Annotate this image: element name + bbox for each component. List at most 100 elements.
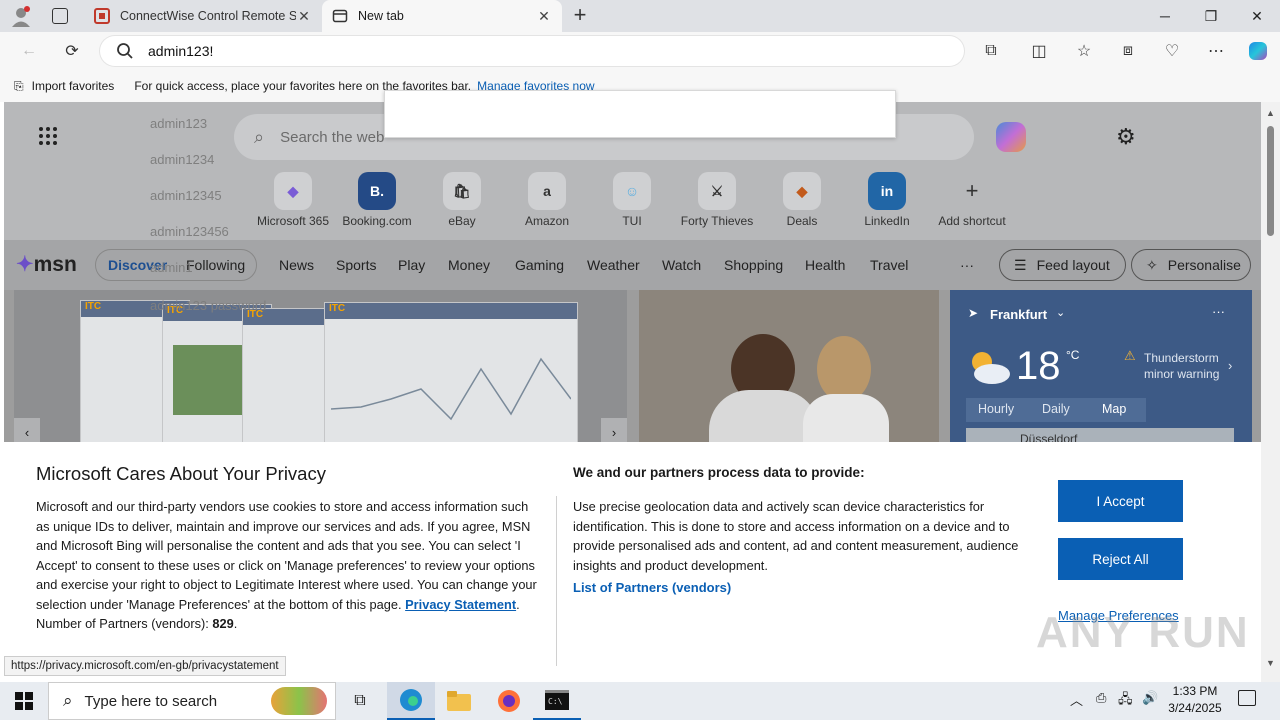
tab-actions-icon[interactable]	[52, 8, 68, 24]
partners-list-link[interactable]: List of Partners (vendors)	[573, 580, 731, 595]
firefox-icon[interactable]	[485, 682, 533, 720]
scroll-up-icon[interactable]: ▲	[1266, 108, 1275, 118]
sliders-icon: ☰	[1014, 256, 1027, 273]
add-shortcut-button[interactable]: + Add shortcut	[931, 172, 1013, 228]
nav-shopping[interactable]: Shopping	[724, 248, 783, 282]
autocomplete-item[interactable]: admin1	[150, 260, 193, 275]
shortcut-microsoft365[interactable]: ◆ Microsoft 365	[252, 172, 334, 228]
more-menu-icon[interactable]: ⋯	[1201, 36, 1231, 66]
location-arrow-icon: ➤	[968, 306, 979, 320]
accept-button[interactable]: I Accept	[1058, 480, 1183, 522]
autocomplete-item[interactable]: admin12345	[150, 188, 222, 203]
profile-icon[interactable]	[8, 4, 34, 28]
tab-new-tab[interactable]: New tab ✕	[322, 0, 562, 32]
page-scrollbar[interactable]: ▲ ▼	[1261, 102, 1280, 682]
network-icon[interactable]: 🖧	[1118, 690, 1133, 712]
personalise-icon: ✧	[1146, 256, 1158, 273]
extensions-icon[interactable]: ⧉	[976, 36, 1006, 66]
nav-more-icon[interactable]: ···	[960, 248, 974, 282]
terminal-icon[interactable]: C:\	[533, 682, 581, 720]
volume-icon[interactable]: 🔊	[1142, 690, 1158, 706]
chevron-right-icon[interactable]: ›	[1228, 358, 1232, 373]
nav-watch[interactable]: Watch	[662, 248, 701, 282]
autocomplete-item[interactable]: admin123	[150, 116, 207, 131]
news-card-software[interactable]: ITC ITC ITC ITC ‹ ›	[14, 290, 627, 442]
weather-map[interactable]: Düsseldorf	[966, 428, 1234, 442]
refresh-icon[interactable]: ⟳	[57, 36, 87, 66]
shortcut-amazon[interactable]: a Amazon	[506, 172, 588, 228]
favorites-star-icon[interactable]: ☆	[1069, 36, 1099, 66]
carousel-prev-icon[interactable]: ‹	[14, 418, 40, 442]
address-bar[interactable]: admin123!	[100, 36, 964, 66]
file-explorer-icon[interactable]	[435, 682, 483, 720]
system-clock[interactable]: 1:33 PM 3/24/2025	[1160, 683, 1230, 717]
close-tab-icon[interactable]: ✕	[296, 8, 312, 25]
nav-weather[interactable]: Weather	[587, 248, 640, 282]
tab-label: New tab	[358, 9, 404, 23]
search-highlight-icon	[271, 687, 327, 715]
nav-sports[interactable]: Sports	[336, 248, 376, 282]
collections-icon[interactable]: ⧈	[1113, 36, 1143, 66]
copilot-icon[interactable]	[996, 122, 1026, 152]
close-tab-icon[interactable]: ✕	[536, 8, 552, 25]
weather-alert[interactable]: Thunderstorm minor warning	[1144, 350, 1220, 382]
page-settings-gear-icon[interactable]: ⚙	[1116, 124, 1136, 150]
tab-hourly[interactable]: Hourly	[978, 402, 1014, 416]
close-window-icon[interactable]: ✕	[1234, 0, 1280, 32]
import-favorites-button[interactable]: Import favorites	[32, 79, 115, 93]
personalise-button[interactable]: ✧ Personalise	[1131, 249, 1251, 281]
carousel-next-icon[interactable]: ›	[601, 418, 627, 442]
autocomplete-item[interactable]: admin1234	[150, 152, 214, 167]
taskbar-search-input[interactable]: ⌕ Type here to search	[48, 682, 336, 720]
search-icon: ⌕	[254, 126, 265, 147]
shortcut-tui[interactable]: ☺ TUI	[591, 172, 673, 228]
warning-icon: ⚠	[1124, 348, 1136, 363]
shortcut-linkedin[interactable]: in LinkedIn	[846, 172, 928, 228]
scroll-down-icon[interactable]: ▼	[1266, 658, 1275, 668]
nav-following[interactable]: Following	[186, 248, 245, 282]
back-icon[interactable]: ←	[14, 36, 44, 66]
nav-play[interactable]: Play	[398, 248, 425, 282]
nav-news[interactable]: News	[279, 248, 314, 282]
minimize-icon[interactable]: ─	[1142, 0, 1188, 32]
weather-more-icon[interactable]: ···	[1212, 304, 1225, 319]
msn-logo[interactable]: ✦msn	[16, 248, 77, 282]
new-tab-button[interactable]: +	[568, 4, 592, 28]
weather-card[interactable]: ➤ Frankfurt ⌄ ··· 18 °C ⚠ Thunderstorm m…	[950, 290, 1252, 442]
address-text: admin123!	[148, 43, 214, 59]
task-view-icon[interactable]: ⧉	[336, 682, 384, 720]
taskbar-search-placeholder: Type here to search	[84, 692, 218, 710]
autocomplete-item[interactable]: admin123 password	[150, 298, 266, 313]
clock-date: 3/24/2025	[1168, 701, 1222, 715]
autocomplete-item[interactable]: admin123456	[150, 224, 229, 239]
feed-layout-button[interactable]: ☰ Feed layout	[999, 249, 1126, 281]
nav-travel[interactable]: Travel	[870, 248, 908, 282]
weather-city[interactable]: Frankfurt	[990, 307, 1047, 322]
scroll-thumb[interactable]	[1267, 126, 1274, 236]
shortcut-booking[interactable]: B. Booking.com	[336, 172, 418, 228]
edge-taskbar-icon[interactable]	[387, 682, 435, 720]
tab-connectwise[interactable]: ConnectWise Control Remote Su ✕	[84, 0, 322, 32]
shortcut-ebay[interactable]: 🛍 eBay	[421, 172, 503, 228]
news-card-photo[interactable]	[639, 290, 939, 442]
notifications-icon[interactable]	[1238, 690, 1256, 706]
tab-map[interactable]: Map	[1102, 402, 1126, 416]
nav-health[interactable]: Health	[805, 248, 845, 282]
copilot-icon[interactable]	[1243, 36, 1273, 66]
anyrun-watermark: ANY RUN	[1036, 608, 1250, 657]
windows-start-icon[interactable]	[0, 682, 48, 720]
privacy-body: Microsoft and our third-party vendors us…	[36, 499, 537, 631]
nav-money[interactable]: Money	[448, 248, 490, 282]
reject-all-button[interactable]: Reject All	[1058, 538, 1183, 580]
show-hidden-icons[interactable]: ︿	[1070, 690, 1083, 709]
shortcut-deals[interactable]: ◆ Deals	[761, 172, 843, 228]
split-screen-icon[interactable]: ◫	[1024, 36, 1054, 66]
tab-daily[interactable]: Daily	[1042, 402, 1070, 416]
shortcut-forty-thieves[interactable]: ⚔ Forty Thieves	[676, 172, 758, 228]
restore-icon[interactable]: ❐	[1188, 0, 1234, 32]
privacy-statement-link[interactable]: Privacy Statement	[405, 597, 516, 612]
browser-essentials-icon[interactable]: ♡	[1157, 36, 1187, 66]
apps-launcher-icon[interactable]	[38, 126, 58, 146]
nav-gaming[interactable]: Gaming	[515, 248, 564, 282]
network-device-icon[interactable]: ⎙	[1096, 690, 1106, 706]
